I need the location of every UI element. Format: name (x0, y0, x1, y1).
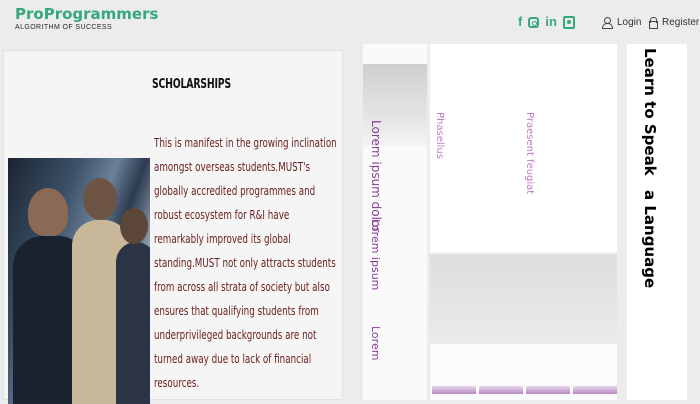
register-label: Register (662, 17, 700, 28)
column-a-text-3: Lorem (369, 326, 382, 361)
tab-4[interactable] (573, 386, 617, 394)
facebook-icon[interactable]: f (518, 15, 522, 29)
column-a-text-2: Lorem ipsum (369, 219, 382, 291)
contact-icon[interactable] (562, 15, 575, 29)
login-label: Login (617, 17, 642, 28)
column-a-text-1: Lorem ipsum dolor (369, 120, 383, 233)
logo-title: ProProgrammers (15, 5, 159, 23)
column-b-grey-panel (430, 254, 617, 344)
card-description: This is manifest in the growing inclinat… (154, 136, 337, 390)
tab-3[interactable] (526, 386, 570, 394)
column-b-text-2: Praesent feugiat (524, 112, 535, 195)
language-text-1: Learn to Speak (641, 48, 659, 176)
linkedin-icon[interactable]: in (545, 15, 557, 29)
card-title: SCHOLARSHIPS (152, 77, 231, 92)
language-text-2: a Language (641, 190, 659, 289)
column-b-tabs (430, 344, 617, 400)
column-b-text-1: Phasellus (434, 112, 445, 159)
tab-1[interactable] (432, 386, 476, 394)
carousel-column-c: Learn to Speak a Language (627, 44, 687, 400)
carousel-column-b: Phasellus Praesent feugiat (430, 44, 617, 400)
logo-tagline: ALGORITHM OF SUCCESS (15, 24, 113, 31)
instagram-icon[interactable] (528, 16, 540, 28)
register-link[interactable]: Register (649, 17, 700, 29)
tab-2[interactable] (479, 386, 523, 394)
user-icon (602, 17, 613, 29)
site-logo[interactable]: ProProgrammers ALGORITHM OF SUCCESS (15, 5, 158, 33)
students-photo (8, 158, 150, 404)
carousel-column-a: Lorem ipsum dolor Lorem ipsum Lorem (363, 44, 427, 400)
social-links: f in (518, 15, 575, 29)
scholarship-card: SCHOLARSHIPS This is manifest in the gro… (3, 50, 343, 404)
login-link[interactable]: Login (602, 17, 642, 29)
top-navbar: ProProgrammers ALGORITHM OF SUCCESS f in… (0, 0, 700, 44)
lock-icon (649, 17, 658, 29)
column-b-panel: Phasellus Praesent feugiat (430, 44, 617, 252)
